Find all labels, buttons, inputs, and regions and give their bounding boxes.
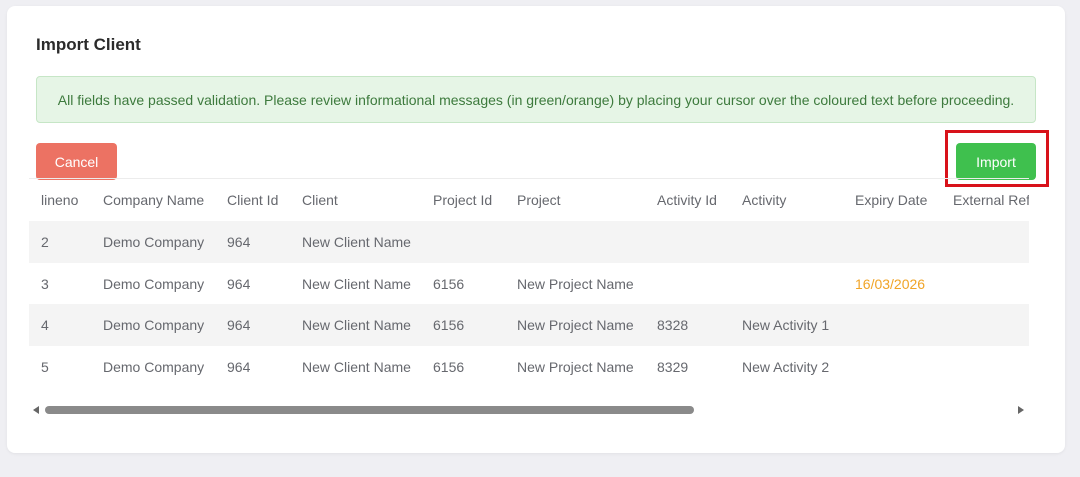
- import-button[interactable]: Import: [956, 143, 1036, 180]
- column-header-client-id[interactable]: Client Id: [227, 179, 278, 221]
- cell-client-id: 964: [227, 317, 251, 333]
- column-header-external-ref[interactable]: External Ref: [953, 179, 1029, 221]
- cell-client: New Client Name: [302, 234, 411, 250]
- import-table: lineno Company Name Client Id Client Project…: [29, 178, 1029, 376]
- cell-client: New Client Name: [302, 275, 411, 292]
- validation-message: All fields have passed validation. Pleas…: [57, 91, 1015, 108]
- cell-project: New Project Name: [517, 317, 634, 333]
- cell-lineno: 3: [41, 275, 49, 292]
- cell-client: New Client Name: [302, 358, 411, 375]
- column-header-project[interactable]: Project: [517, 179, 561, 221]
- dialog-title: Import Client: [36, 35, 141, 54]
- cell-client-id: 964: [227, 275, 251, 292]
- cell-project-id: 6156: [433, 358, 465, 375]
- cell-activity: New Activity 1: [742, 317, 830, 333]
- cell-lineno: 4: [41, 317, 49, 333]
- cell-project: New Project Name: [517, 358, 634, 375]
- cell-lineno: 2: [41, 234, 49, 250]
- cell-company-name: Demo Company: [103, 275, 205, 292]
- cell-company-name: Demo Company: [103, 234, 205, 250]
- cell-client-id: 964: [227, 234, 251, 250]
- validation-alert: All fields have passed validation. Pleas…: [36, 76, 1036, 123]
- cell-expiry-date[interactable]: 16/03/2026: [855, 263, 925, 305]
- cell-lineno: 5: [41, 358, 49, 375]
- cell-company-name: Demo Company: [103, 358, 205, 375]
- column-header-expiry-date[interactable]: Expiry Date: [855, 179, 927, 221]
- scrollbar-thumb[interactable]: [45, 406, 694, 414]
- cell-project: New Project Name: [517, 275, 634, 292]
- cancel-button[interactable]: Cancel: [36, 143, 117, 180]
- column-header-activity-id[interactable]: Activity Id: [657, 179, 717, 221]
- table-row: 5 Demo Company 964 New Client Name 6156 New P…: [29, 346, 1029, 377]
- cell-activity: New Activity 2: [742, 358, 830, 375]
- table-row: 2 Demo Company 964 New Client Name: [29, 221, 1029, 263]
- cell-activity-id: 8328: [657, 317, 689, 333]
- cell-activity-id: 8329: [657, 358, 689, 375]
- scroll-left-arrow-icon[interactable]: [33, 406, 39, 414]
- column-header-activity[interactable]: Activity: [742, 179, 786, 221]
- table-header-row: lineno Company Name Client Id Client Project…: [29, 179, 1029, 221]
- scroll-right-arrow-icon[interactable]: [1018, 406, 1024, 414]
- cell-company-name: Demo Company: [103, 317, 205, 333]
- table-row: 4 Demo Company 964 New Client Name 6156 New P…: [29, 304, 1029, 346]
- column-header-lineno[interactable]: lineno: [41, 179, 78, 221]
- column-header-client[interactable]: Client: [302, 179, 338, 221]
- cell-client: New Client Name: [302, 317, 411, 333]
- column-header-project-id[interactable]: Project Id: [433, 179, 492, 221]
- table-row: 3 Demo Company 964 New Client Name 6156 New P…: [29, 263, 1029, 305]
- cell-project-id: 6156: [433, 275, 465, 292]
- column-header-company-name[interactable]: Company Name: [103, 179, 204, 221]
- scrollbar-track[interactable]: [45, 406, 1013, 414]
- horizontal-scrollbar[interactable]: [29, 401, 1029, 419]
- cell-client-id: 964: [227, 358, 251, 375]
- cell-project-id: 6156: [433, 317, 465, 333]
